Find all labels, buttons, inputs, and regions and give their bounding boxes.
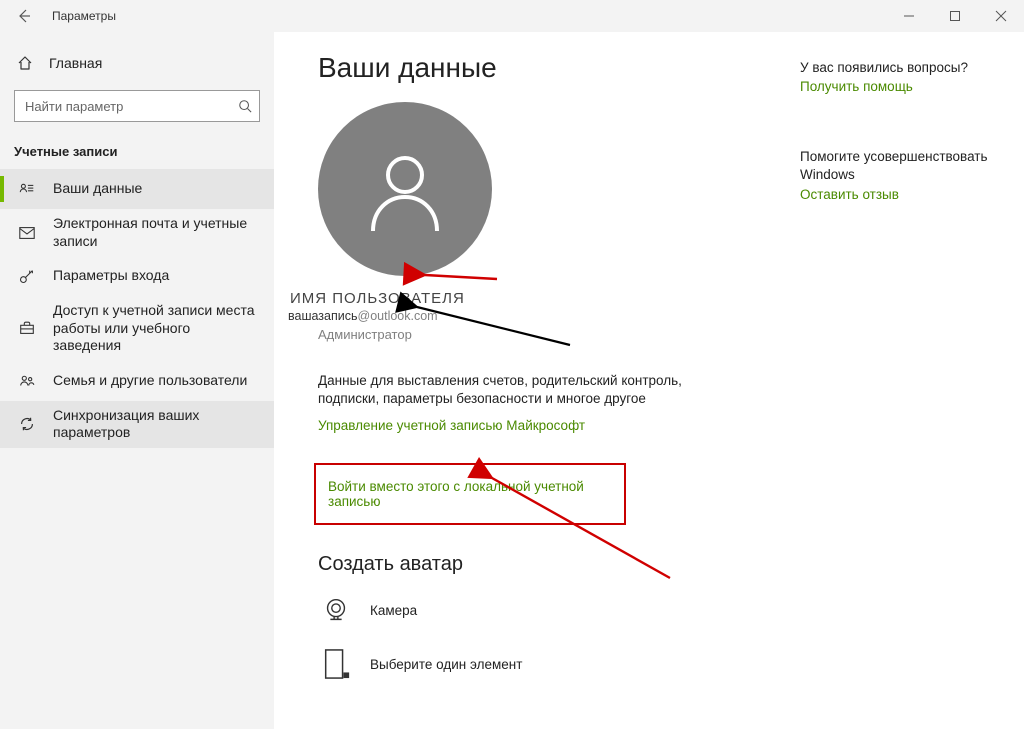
sidebar-item-family[interactable]: Семья и другие пользователи [0,361,274,401]
sidebar-item-work-school[interactable]: Доступ к учетной записи места работы или… [0,296,274,361]
improve-label: Помогите усовершенствовать Windows [800,148,1000,183]
window-title: Параметры [52,9,116,23]
sidebar-item-label: Ваши данные [53,180,260,198]
mail-icon [17,224,37,242]
sidebar-item-label: Доступ к учетной записи места работы или… [53,302,260,355]
search-input[interactable] [14,90,260,122]
sidebar-item-label: Синхронизация ваших параметров [53,407,260,442]
camera-icon [318,592,354,628]
sidebar-item-sync[interactable]: Синхронизация ваших параметров [0,401,274,448]
search-wrap [14,90,260,122]
local-signin-link[interactable]: Войти вместо этого с локальной учетной з… [328,479,616,509]
sidebar-item-signin[interactable]: Параметры входа [0,256,274,296]
sidebar-section-label: Учетные записи [14,144,260,159]
manage-account-link[interactable]: Управление учетной записью Майкрософт [318,418,585,433]
camera-label: Камера [370,603,417,618]
home-label: Главная [49,55,102,71]
briefcase-icon [17,319,37,337]
maximize-button[interactable] [932,0,978,32]
people-icon [17,372,37,390]
search-icon [238,99,252,113]
sidebar: Главная Учетные записи Ваши данные Элект… [0,32,274,729]
key-icon [17,267,37,285]
sidebar-item-label: Электронная почта и учетные записи [53,215,260,250]
home-icon [17,55,33,71]
account-local: вашазапись [288,309,358,323]
billing-description: Данные для выставления счетов, родительс… [318,372,738,408]
sync-icon [17,415,37,433]
browse-icon [318,646,354,682]
sidebar-item-your-info[interactable]: Ваши данные [0,169,274,209]
home-nav[interactable]: Главная [0,44,274,82]
close-button[interactable] [978,0,1024,32]
account-domain: @outlook.com [358,309,438,323]
account-role: Администратор [318,327,1024,342]
help-question: У вас появились вопросы? [800,60,1000,75]
help-column: У вас появились вопросы? Получить помощь… [800,60,1000,202]
sidebar-item-label: Параметры входа [53,267,260,285]
get-help-link[interactable]: Получить помощь [800,79,1000,94]
user-name: ИМЯ ПОЛЬЗОВАТЕЛЯ [290,290,1024,307]
sidebar-item-label: Семья и другие пользователи [53,372,260,390]
person-icon [355,139,455,239]
camera-option[interactable]: Камера [318,592,1024,628]
title-bar: Параметры [0,0,1024,32]
feedback-link[interactable]: Оставить отзыв [800,187,1000,202]
user-card-icon [17,180,37,198]
annotation-highlight-box: Войти вместо этого с локальной учетной з… [314,463,626,525]
sidebar-item-email[interactable]: Электронная почта и учетные записи [0,209,274,256]
create-avatar-heading: Создать аватар [318,553,1024,576]
back-button[interactable] [0,0,48,32]
account-email: вашазапись@outlook.com [288,309,1024,323]
window-controls [886,0,1024,32]
avatar [318,102,492,276]
browse-option[interactable]: Выберите один элемент [318,646,1024,682]
browse-label: Выберите один элемент [370,657,522,672]
minimize-button[interactable] [886,0,932,32]
